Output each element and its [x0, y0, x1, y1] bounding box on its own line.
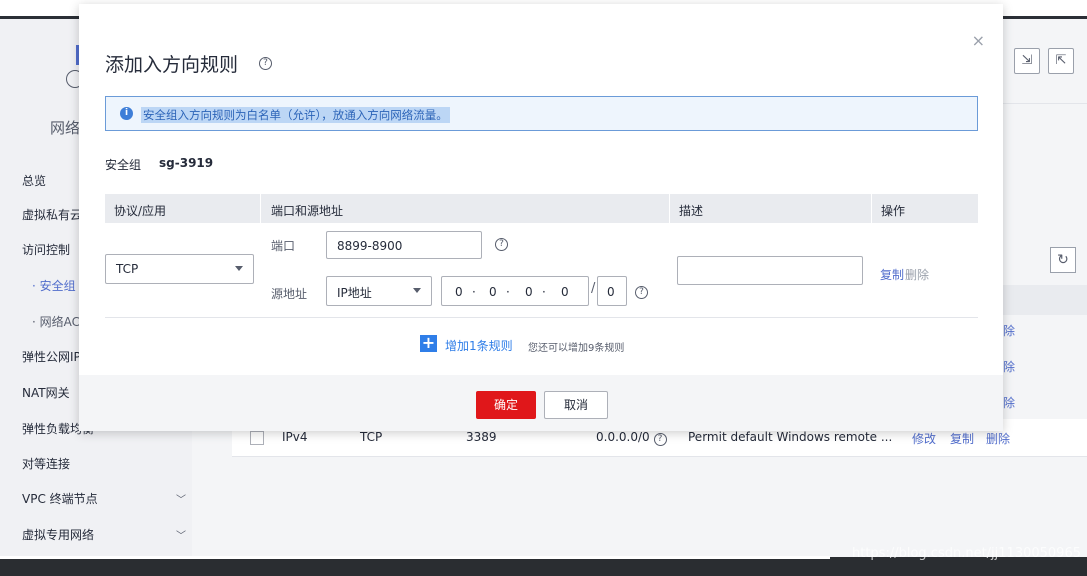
- ip-octet-3[interactable]: 0: [525, 285, 533, 299]
- add-rule-hint: 您还可以增加9条规则: [528, 343, 625, 354]
- sidebar-item-vpn[interactable]: 虚拟专用网络: [22, 526, 94, 543]
- row-source: 0.0.0.0/0 ?: [596, 430, 667, 446]
- bottom-strip: [0, 556, 830, 559]
- sidebar-item-label: 安全组: [39, 279, 76, 293]
- row-port: 3389: [466, 430, 497, 444]
- sidebar-item-vpc[interactable]: 虚拟私有云: [22, 206, 82, 223]
- port-value: 8899-8900: [337, 239, 403, 253]
- row-description: Permit default Windows remote ...: [688, 430, 893, 444]
- protocol-select[interactable]: TCP: [105, 254, 254, 284]
- sidebar-item-overview[interactable]: 总览: [22, 172, 46, 189]
- source-type-select[interactable]: IP地址: [326, 276, 432, 306]
- chevron-down-icon[interactable]: ﹀: [176, 491, 186, 506]
- source-type-value: IP地址: [337, 286, 372, 300]
- chevron-down-icon[interactable]: ﹀: [176, 527, 186, 542]
- description-input[interactable]: [677, 256, 863, 285]
- chevron-down-icon: [235, 266, 243, 271]
- notice-text: 安全组入方向规则为白名单（允许），放通入方向网络流量。: [141, 107, 450, 123]
- row-modify-link[interactable]: 修改: [912, 430, 936, 447]
- sidebar-item-peering[interactable]: 对等连接: [22, 455, 70, 472]
- row-source-value: 0.0.0.0/0: [596, 430, 650, 444]
- sidebar-item-nat[interactable]: NAT网关: [22, 384, 70, 401]
- help-icon[interactable]: ?: [635, 286, 648, 299]
- mask-value: 0: [607, 285, 615, 299]
- dialog-footer: 确定 取消: [79, 375, 1003, 431]
- row-copy-link[interactable]: 复制: [950, 430, 974, 447]
- cancel-button[interactable]: 取消: [544, 391, 608, 419]
- rule-table-header: 协议/应用 端口和源地址 描述 操作: [105, 194, 978, 223]
- dialog-title: 添加入方向规则: [105, 54, 239, 76]
- ip-address-input[interactable]: 0 · 0 · 0 · 0: [441, 276, 589, 306]
- help-icon[interactable]: ?: [495, 238, 508, 251]
- add-rule-link[interactable]: 增加1条规则: [445, 337, 513, 354]
- row-protocol: TCP: [360, 430, 383, 444]
- column-divider: [871, 194, 872, 223]
- row-delete-link[interactable]: 删除: [986, 430, 1010, 447]
- open-new-icon[interactable]: ⇱: [1048, 48, 1074, 74]
- row-type: IPv4: [282, 430, 308, 444]
- confirm-button[interactable]: 确定: [476, 391, 536, 419]
- chevron-down-icon: [413, 288, 421, 293]
- sidebar-item-vpc-endpoint[interactable]: VPC 终端节点: [22, 490, 98, 507]
- info-notice: i 安全组入方向规则为白名单（允许），放通入方向网络流量。: [105, 96, 978, 131]
- refresh-icon[interactable]: ↻: [1050, 247, 1076, 273]
- mask-separator: /: [591, 281, 596, 296]
- add-inbound-rule-dialog: × 添加入方向规则 ? i 安全组入方向规则为白名单（允许），放通入方向网络流量…: [79, 4, 1003, 431]
- column-divider: [669, 194, 670, 223]
- add-icon[interactable]: +: [420, 335, 437, 352]
- ip-dot: ·: [472, 285, 476, 299]
- sidebar-item-access-control[interactable]: 访问控制: [22, 241, 70, 258]
- close-icon[interactable]: ×: [972, 33, 985, 49]
- port-label: 端口: [271, 239, 296, 253]
- column-port-source: 端口和源地址: [271, 204, 344, 218]
- row-delete-link[interactable]: 除: [1003, 322, 1015, 339]
- ip-octet-2[interactable]: 0: [489, 285, 497, 299]
- row-delete-link[interactable]: 除: [1003, 358, 1015, 375]
- ip-octet-1[interactable]: 0: [455, 285, 463, 299]
- sidebar-item-security-group[interactable]: · 安全组: [32, 277, 76, 294]
- help-icon[interactable]: ?: [259, 57, 272, 70]
- help-icon[interactable]: ?: [653, 433, 667, 446]
- security-group-value: sg-3919: [159, 156, 214, 170]
- row-checkbox[interactable]: [250, 431, 264, 445]
- sidebar-item-eip[interactable]: 弹性公网IP: [22, 348, 81, 365]
- watermark: https://blog.csdn.net/jj1130050965: [852, 546, 1081, 561]
- source-label: 源地址: [271, 287, 308, 301]
- row-delete-link[interactable]: 除: [1003, 394, 1015, 411]
- column-description: 描述: [679, 204, 704, 218]
- security-group-label: 安全组: [105, 158, 142, 172]
- port-input[interactable]: 8899-8900: [326, 231, 482, 259]
- delete-rule-link[interactable]: 删除: [905, 266, 929, 283]
- info-icon: i: [120, 107, 133, 120]
- column-actions: 操作: [881, 204, 906, 218]
- row-divider: [105, 317, 978, 318]
- ip-dot: ·: [542, 285, 546, 299]
- ip-dot: ·: [506, 285, 510, 299]
- sidebar-title: 网络: [50, 119, 81, 137]
- copy-rule-link[interactable]: 复制: [880, 266, 904, 283]
- export-icon[interactable]: ⇲: [1014, 48, 1040, 74]
- ip-octet-4[interactable]: 0: [561, 285, 569, 299]
- column-divider: [260, 194, 261, 223]
- protocol-value: TCP: [116, 262, 139, 276]
- mask-input[interactable]: 0: [597, 276, 627, 306]
- column-protocol: 协议/应用: [114, 204, 167, 218]
